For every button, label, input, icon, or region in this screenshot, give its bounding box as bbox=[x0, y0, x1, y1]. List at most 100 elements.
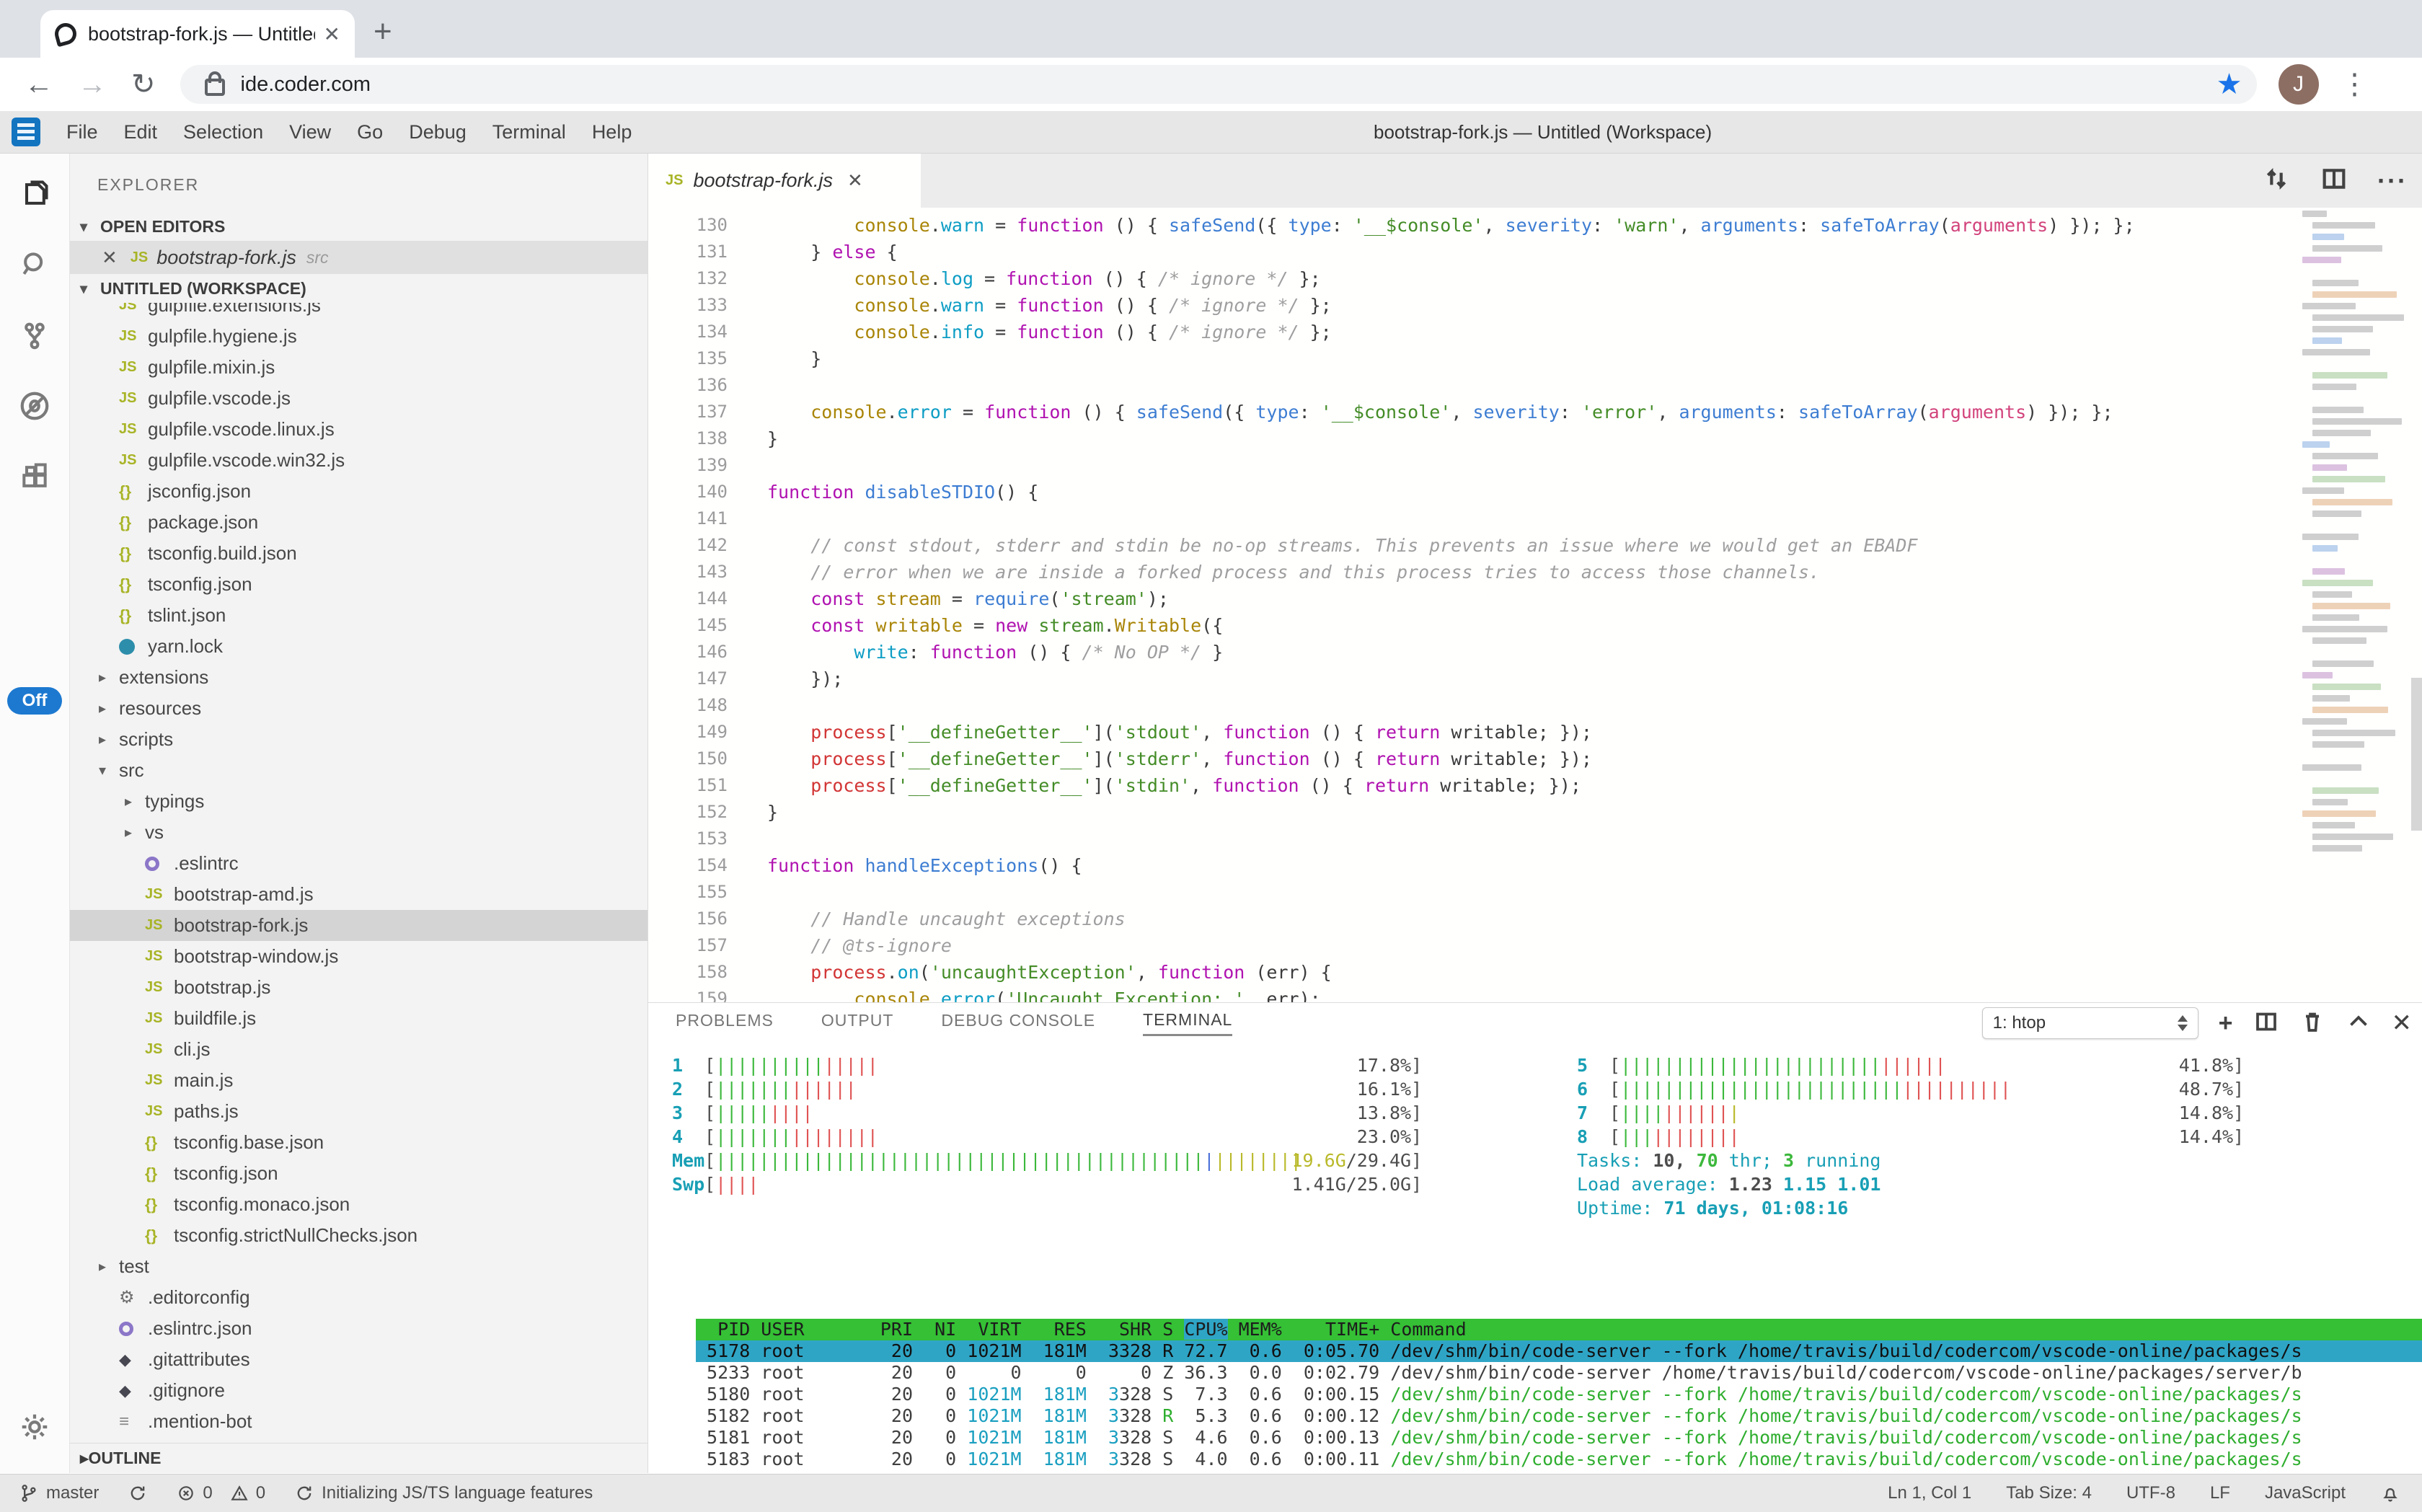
menu-edit[interactable]: Edit bbox=[111, 121, 171, 143]
tree-item-bootstrap-fork.js[interactable]: JSbootstrap-fork.js bbox=[70, 910, 648, 941]
browser-tab[interactable]: bootstrap-fork.js — Untitled (W ✕ bbox=[40, 10, 355, 58]
menu-view[interactable]: View bbox=[276, 121, 344, 143]
encoding[interactable]: UTF-8 bbox=[2126, 1483, 2175, 1503]
back-icon[interactable]: ← bbox=[25, 68, 53, 101]
browser-menu-icon[interactable]: ⋮ bbox=[2341, 68, 2369, 101]
panel-tab-problems[interactable]: PROBLEMS bbox=[676, 1011, 774, 1035]
process-row[interactable]: 20 root 20 0 1344M 62052 1952 S 3.3 0.2 … bbox=[696, 1470, 2422, 1473]
tree-item-typings[interactable]: ▸typings bbox=[70, 786, 648, 817]
forward-icon[interactable]: → bbox=[78, 68, 107, 101]
terminal[interactable]: 1[|||||||||||||||17.8%]2[|||||||||||||16… bbox=[672, 1053, 2422, 1473]
code-editor[interactable]: 130 console.warn = function () { safeSen… bbox=[648, 208, 2422, 1002]
tree-item-cli.js[interactable]: JScli.js bbox=[70, 1034, 648, 1065]
editor-scrollbar[interactable] bbox=[2411, 678, 2422, 831]
new-tab-button[interactable]: + bbox=[374, 16, 392, 48]
menu-debug[interactable]: Debug bbox=[396, 121, 479, 143]
close-icon[interactable]: ✕ bbox=[847, 169, 863, 192]
status-badge[interactable]: Off bbox=[7, 687, 62, 715]
tree-item-.eslintrc.json[interactable]: .eslintrc.json bbox=[70, 1313, 648, 1344]
tree-item-gulpfile.vscode.js[interactable]: JSgulpfile.vscode.js bbox=[70, 383, 648, 414]
tree-item-tslint.json[interactable]: {}tslint.json bbox=[70, 600, 648, 631]
git-branch-item[interactable]: master bbox=[19, 1483, 99, 1503]
tree-item-src[interactable]: ▾src bbox=[70, 755, 648, 786]
tree-item-gulpfile.hygiene.js[interactable]: JSgulpfile.hygiene.js bbox=[70, 321, 648, 352]
reload-icon[interactable]: ↻ bbox=[131, 68, 156, 101]
process-row[interactable]: 5180 root 20 0 1021M 181M 3328 S 7.3 0.6… bbox=[696, 1384, 2422, 1405]
tree-item-.editorconfig[interactable]: ⚙.editorconfig bbox=[70, 1282, 648, 1313]
tree-item-bootstrap-window.js[interactable]: JSbootstrap-window.js bbox=[70, 941, 648, 972]
extensions-icon[interactable] bbox=[0, 451, 69, 503]
tree-item-test[interactable]: ▸test bbox=[70, 1251, 648, 1282]
new-terminal-icon[interactable]: + bbox=[2219, 1009, 2233, 1038]
tree-item-.mention-bot[interactable]: ≡.mention-bot bbox=[70, 1406, 648, 1437]
maximize-panel-icon[interactable] bbox=[2346, 1009, 2372, 1038]
workspace-header[interactable]: ▾ UNTITLED (WORKSPACE) bbox=[70, 274, 648, 303]
settings-gear-icon[interactable] bbox=[0, 1401, 69, 1453]
cursor-position[interactable]: Ln 1, Col 1 bbox=[1888, 1483, 1971, 1503]
problems-item[interactable]: 0 0 bbox=[177, 1483, 265, 1503]
minimap[interactable] bbox=[2302, 211, 2410, 975]
tree-item-resources[interactable]: ▸resources bbox=[70, 693, 648, 724]
avatar[interactable]: J bbox=[2279, 64, 2319, 105]
menu-terminal[interactable]: Terminal bbox=[479, 121, 579, 143]
more-actions-icon[interactable]: ··· bbox=[2377, 166, 2408, 196]
notifications-bell-icon[interactable] bbox=[2380, 1483, 2400, 1503]
tree-item-gulpfile.vscode.win32.js[interactable]: JSgulpfile.vscode.win32.js bbox=[70, 445, 648, 476]
tree-item-tsconfig.strictNullChecks.json[interactable]: {}tsconfig.strictNullChecks.json bbox=[70, 1220, 648, 1251]
sync-icon[interactable] bbox=[128, 1483, 148, 1503]
open-editors-header[interactable]: ▾ OPEN EDITORS bbox=[70, 212, 648, 241]
open-editor-item[interactable]: ✕ JS bootstrap-fork.js src bbox=[70, 241, 648, 274]
sync-changes-icon[interactable] bbox=[2262, 164, 2291, 197]
menu-go[interactable]: Go bbox=[344, 121, 396, 143]
tree-item-extensions[interactable]: ▸extensions bbox=[70, 662, 648, 693]
close-icon[interactable]: ✕ bbox=[102, 247, 118, 269]
language-status-item[interactable]: Initializing JS/TS language features bbox=[294, 1483, 593, 1503]
url-text[interactable]: ide.coder.com bbox=[241, 73, 2217, 97]
tree-item-package.json[interactable]: {}package.json bbox=[70, 507, 648, 538]
language-mode[interactable]: JavaScript bbox=[2265, 1483, 2346, 1503]
panel-tab-output[interactable]: OUTPUT bbox=[821, 1011, 894, 1035]
menu-selection[interactable]: Selection bbox=[170, 121, 276, 143]
tree-item-bootstrap-amd.js[interactable]: JSbootstrap-amd.js bbox=[70, 879, 648, 910]
tree-item-tsconfig.base.json[interactable]: {}tsconfig.base.json bbox=[70, 1127, 648, 1158]
terminal-select[interactable]: 1: htop bbox=[1982, 1007, 2198, 1039]
split-terminal-icon[interactable] bbox=[2253, 1009, 2279, 1038]
split-editor-icon[interactable] bbox=[2320, 164, 2348, 197]
tree-item-main.js[interactable]: JSmain.js bbox=[70, 1065, 648, 1096]
tree-item-vs[interactable]: ▸vs bbox=[70, 817, 648, 848]
editor-tab[interactable]: JS bootstrap-fork.js ✕ bbox=[648, 154, 921, 208]
tree-item-.gitattributes[interactable]: ◆.gitattributes bbox=[70, 1344, 648, 1375]
process-row[interactable]: 5178 root 20 0 1021M 181M 3328 R 72.7 0.… bbox=[696, 1340, 2422, 1362]
outline-header[interactable]: ▸ OUTLINE bbox=[70, 1443, 648, 1473]
search-icon[interactable] bbox=[0, 239, 69, 291]
app-logo-icon[interactable] bbox=[12, 118, 40, 146]
process-row[interactable]: 5183 root 20 0 1021M 181M 3328 S 4.0 0.6… bbox=[696, 1449, 2422, 1470]
menu-help[interactable]: Help bbox=[579, 121, 645, 143]
panel-tab-debug-console[interactable]: DEBUG CONSOLE bbox=[941, 1011, 1095, 1035]
tree-item-tsconfig.json[interactable]: {}tsconfig.json bbox=[70, 569, 648, 600]
tree-item-gulpfile.vscode.linux.js[interactable]: JSgulpfile.vscode.linux.js bbox=[70, 414, 648, 445]
tree-item-paths.js[interactable]: JSpaths.js bbox=[70, 1096, 648, 1127]
tree-item-tsconfig.json[interactable]: {}tsconfig.json bbox=[70, 1158, 648, 1189]
tree-item-gulpfile.extensions.js[interactable]: JSgulpfile.extensions.js bbox=[70, 303, 648, 321]
tree-item-.gitignore[interactable]: ◆.gitignore bbox=[70, 1375, 648, 1406]
source-control-icon[interactable] bbox=[0, 309, 69, 361]
address-bar[interactable]: ide.coder.com ★ bbox=[180, 65, 2257, 104]
kill-terminal-icon[interactable] bbox=[2299, 1009, 2325, 1038]
tab-close-icon[interactable]: ✕ bbox=[324, 22, 340, 46]
process-row[interactable]: 5181 root 20 0 1021M 181M 3328 S 4.6 0.6… bbox=[696, 1427, 2422, 1449]
tab-size[interactable]: Tab Size: 4 bbox=[2006, 1483, 2092, 1503]
tree-item-scripts[interactable]: ▸scripts bbox=[70, 724, 648, 755]
bookmark-star-icon[interactable]: ★ bbox=[2217, 68, 2242, 101]
tree-item-yarn.lock[interactable]: yarn.lock bbox=[70, 631, 648, 662]
panel-tab-terminal[interactable]: TERMINAL bbox=[1143, 1010, 1232, 1036]
tree-item-jsconfig.json[interactable]: {}jsconfig.json bbox=[70, 476, 648, 507]
close-panel-icon[interactable]: ✕ bbox=[2392, 1009, 2413, 1038]
tree-item-bootstrap.js[interactable]: JSbootstrap.js bbox=[70, 972, 648, 1003]
tree-item-.eslintrc[interactable]: .eslintrc bbox=[70, 848, 648, 879]
process-row[interactable]: 5182 root 20 0 1021M 181M 3328 R 5.3 0.6… bbox=[696, 1405, 2422, 1427]
menu-file[interactable]: File bbox=[53, 121, 111, 143]
process-row[interactable]: 5233 root 20 0 0 0 0 Z 36.3 0.0 0:02.79 … bbox=[696, 1362, 2422, 1384]
debug-disabled-icon[interactable] bbox=[0, 380, 69, 432]
tree-item-tsconfig.monaco.json[interactable]: {}tsconfig.monaco.json bbox=[70, 1189, 648, 1220]
